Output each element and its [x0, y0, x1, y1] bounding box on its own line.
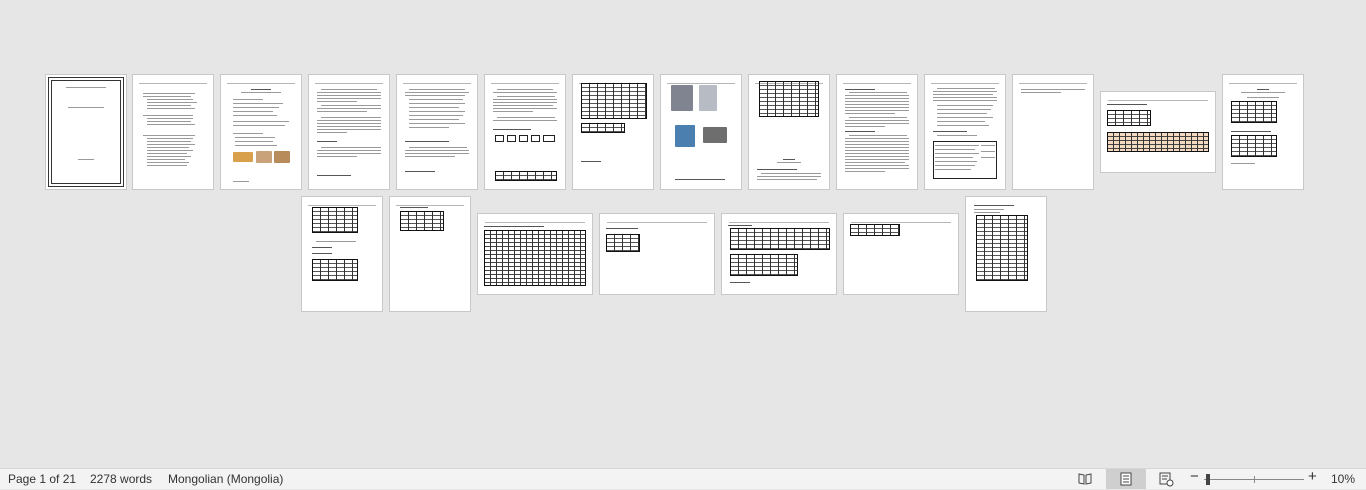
zoom-level[interactable]: 10% [1331, 472, 1355, 486]
read-mode-icon[interactable] [1077, 471, 1093, 487]
bread-photo [274, 151, 290, 163]
page-thumbnail[interactable] [390, 197, 470, 311]
print-layout-icon[interactable] [1118, 471, 1134, 487]
page-thumbnail[interactable] [1223, 75, 1303, 189]
machine-photo [675, 125, 695, 147]
language-indicator[interactable]: Mongolian (Mongolia) [168, 472, 283, 486]
page-thumbnail-landscape[interactable] [478, 214, 592, 294]
page-thumbnail-landscape[interactable] [722, 214, 836, 294]
page-thumbnail[interactable] [485, 75, 565, 189]
zoom-out-button[interactable]: − [1190, 469, 1199, 484]
page-thumbnail-landscape[interactable] [600, 214, 714, 294]
page-thumbnail[interactable] [46, 75, 126, 189]
page-thumbnail-landscape[interactable] [844, 214, 958, 294]
page-thumbnail[interactable] [397, 75, 477, 189]
web-layout-icon[interactable] [1158, 471, 1174, 487]
tool-photo [703, 127, 727, 143]
status-bar: Page 1 of 21 2278 words Mongolian (Mongo… [0, 468, 1366, 489]
bread-photo [233, 152, 253, 162]
page-thumbnail[interactable] [309, 75, 389, 189]
page-thumbnail[interactable] [1013, 75, 1093, 189]
page-thumbnail[interactable] [302, 197, 382, 311]
page-thumbnail[interactable] [966, 197, 1046, 311]
page-thumbnail[interactable] [133, 75, 213, 189]
page-thumbnail[interactable] [221, 75, 301, 189]
page-count-indicator[interactable]: Page 1 of 21 [8, 472, 76, 486]
page-thumbnail[interactable] [925, 75, 1005, 189]
page-thumbnail[interactable] [837, 75, 917, 189]
word-count-indicator[interactable]: 2278 words [90, 472, 152, 486]
zoom-slider-thumb[interactable] [1206, 474, 1210, 485]
page-thumbnail-landscape[interactable] [1101, 92, 1215, 172]
zoom-slider-tick [1254, 476, 1255, 483]
page-thumbnail[interactable] [573, 75, 653, 189]
zoom-in-button[interactable]: + [1308, 469, 1317, 484]
oven-photo [671, 85, 693, 111]
page-thumbnail[interactable] [749, 75, 829, 189]
bread-photo [256, 151, 272, 163]
mixer-photo [699, 85, 717, 111]
document-canvas[interactable] [0, 0, 1366, 468]
page-thumbnail[interactable] [661, 75, 741, 189]
